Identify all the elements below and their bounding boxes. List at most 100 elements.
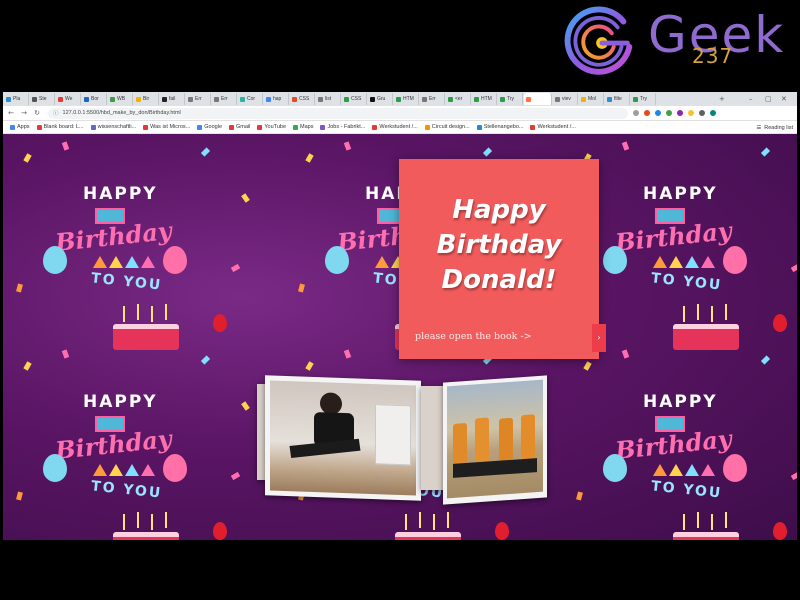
- site-info-icon[interactable]: ⓘ: [53, 109, 59, 117]
- bookmark-item[interactable]: Stellenangebo...: [476, 124, 523, 130]
- tab-favicon-icon: [555, 96, 560, 102]
- minimize-button[interactable]: –: [749, 92, 753, 106]
- bookmark-item[interactable]: Jobs - Fabrikt...: [320, 124, 365, 130]
- tile-to-you-text: TO YOU: [90, 478, 163, 502]
- confetti-icon: [482, 147, 493, 157]
- extension-icon[interactable]: [699, 110, 705, 116]
- tab[interactable]: Bir: [134, 93, 159, 105]
- extension-icon[interactable]: [655, 110, 661, 116]
- bookmark-label: Gmail: [236, 124, 251, 130]
- forward-icon[interactable]: →: [19, 108, 29, 118]
- bookmark-icon: [320, 124, 326, 130]
- bookmark-item[interactable]: Was ist Micros...: [143, 124, 190, 130]
- tab[interactable]: <er: [446, 93, 471, 105]
- candle-icon: [683, 514, 685, 530]
- close-window-button[interactable]: ✕: [781, 92, 787, 106]
- confetti-icon: [61, 141, 70, 151]
- card-title: Happy Birthday Donald!: [399, 193, 599, 298]
- open-book-button[interactable]: ›: [592, 324, 606, 352]
- extension-icon[interactable]: [633, 110, 639, 116]
- tab[interactable]: viev: [553, 93, 578, 105]
- tab[interactable]: Try: [631, 93, 656, 105]
- tab-label: hap: [273, 96, 282, 102]
- extension-icon[interactable]: [677, 110, 683, 116]
- tab[interactable]: fail: [160, 93, 185, 105]
- bookmark-item[interactable]: Maps: [293, 124, 313, 130]
- tile-happy-text: HAPPY: [83, 392, 158, 412]
- reload-icon[interactable]: ↻: [32, 108, 42, 118]
- extension-icon[interactable]: [644, 110, 650, 116]
- tab-favicon-icon: [110, 96, 115, 102]
- extension-icon[interactable]: [666, 110, 672, 116]
- confetti-icon: [16, 491, 23, 501]
- maximize-button[interactable]: ▢: [765, 92, 772, 106]
- tab[interactable]: Cor: [238, 93, 263, 105]
- bookmark-item[interactable]: YouTube: [257, 124, 286, 130]
- confetti-icon: [241, 401, 250, 411]
- tab-favicon-icon: [84, 96, 89, 102]
- tab[interactable]: Err: [420, 93, 445, 105]
- bookmark-label: wissenschaftli...: [97, 124, 137, 130]
- bookmark-item[interactable]: Apps: [10, 124, 30, 130]
- tab[interactable]: Try: [498, 93, 523, 105]
- new-tab-button[interactable]: +: [719, 92, 725, 106]
- tab-favicon-icon: [240, 96, 245, 102]
- tab-label: CSS: [351, 96, 362, 102]
- tab[interactable]: filte: [605, 93, 630, 105]
- tab[interactable]: Mol: [579, 93, 604, 105]
- bookmark-item[interactable]: Circuit design...: [424, 124, 470, 130]
- tab-label: fail: [169, 96, 176, 102]
- photo-group-standing: [447, 379, 543, 499]
- candle-icon: [151, 306, 153, 322]
- tile-happy-text: HAPPY: [83, 184, 158, 204]
- bookmark-label: Google: [204, 124, 223, 130]
- tab[interactable]: HTM: [394, 93, 419, 105]
- bookmark-item[interactable]: Werkstudent /...: [530, 124, 576, 130]
- tab[interactable]: We: [56, 93, 81, 105]
- bunting-icon: [375, 256, 389, 268]
- extension-icon[interactable]: [710, 110, 716, 116]
- tab-label: filte: [614, 96, 622, 102]
- tab[interactable]: hap: [264, 93, 289, 105]
- bookmark-item[interactable]: Gmail: [229, 124, 250, 130]
- tile-happy-text: HAPPY: [643, 184, 718, 204]
- candle-icon: [123, 306, 125, 322]
- tab[interactable]: Err: [212, 93, 237, 105]
- bookmark-icon: [229, 124, 235, 130]
- tab[interactable]: Ste: [30, 93, 55, 105]
- confetti-icon: [621, 349, 630, 359]
- tab[interactable]: HTM: [472, 93, 497, 105]
- bookmark-label: Werkstudent /...: [379, 124, 418, 130]
- photo-frame: [443, 375, 547, 505]
- url-field[interactable]: ⓘ 127.0.0.1:5500/hbd_make_by_don/Birthda…: [48, 107, 628, 119]
- tab[interactable]: Err: [186, 93, 211, 105]
- url-text: 127.0.0.1:5500/hbd_make_by_don/Birthday.…: [62, 110, 181, 116]
- bookmark-item[interactable]: Google: [197, 124, 222, 130]
- tab[interactable]: WB: [108, 93, 133, 105]
- reading-list-button[interactable]: ☰ Reading list: [756, 121, 793, 133]
- bookmark-item[interactable]: wissenschaftli...: [90, 124, 137, 130]
- tab[interactable]: Bor: [82, 93, 107, 105]
- tab-label: Err: [195, 96, 202, 102]
- back-icon[interactable]: ←: [6, 108, 16, 118]
- bookmark-item[interactable]: Blank board: L...: [36, 124, 84, 130]
- tab-favicon-icon: [292, 96, 297, 102]
- tab[interactable]: Gru: [368, 93, 393, 105]
- tab-strip: Pla Ste We Bor WB Bir fail Err Err Cor hap CSS list C…: [3, 92, 797, 106]
- tab-favicon-icon: [474, 96, 479, 102]
- tab-active[interactable]: [524, 93, 552, 105]
- tab-favicon-icon: [448, 96, 453, 102]
- bookmark-item[interactable]: Werkstudent /...: [372, 124, 418, 130]
- bunting-icon: [685, 464, 699, 476]
- browser-window: Pla Ste We Bor WB Bir fail Err Err Cor hap CSS list C…: [3, 92, 797, 540]
- tab-label: Bor: [91, 96, 99, 102]
- bookmark-icon: [257, 124, 263, 130]
- card-title-line: Birthday: [436, 230, 562, 260]
- tab[interactable]: list: [316, 93, 341, 105]
- tab-favicon-icon: [32, 96, 37, 102]
- tab[interactable]: CSS: [290, 93, 315, 105]
- tab[interactable]: CSS: [342, 93, 367, 105]
- extension-icon[interactable]: [688, 110, 694, 116]
- bookmark-label: Maps: [300, 124, 314, 130]
- tab[interactable]: Pla: [4, 93, 29, 105]
